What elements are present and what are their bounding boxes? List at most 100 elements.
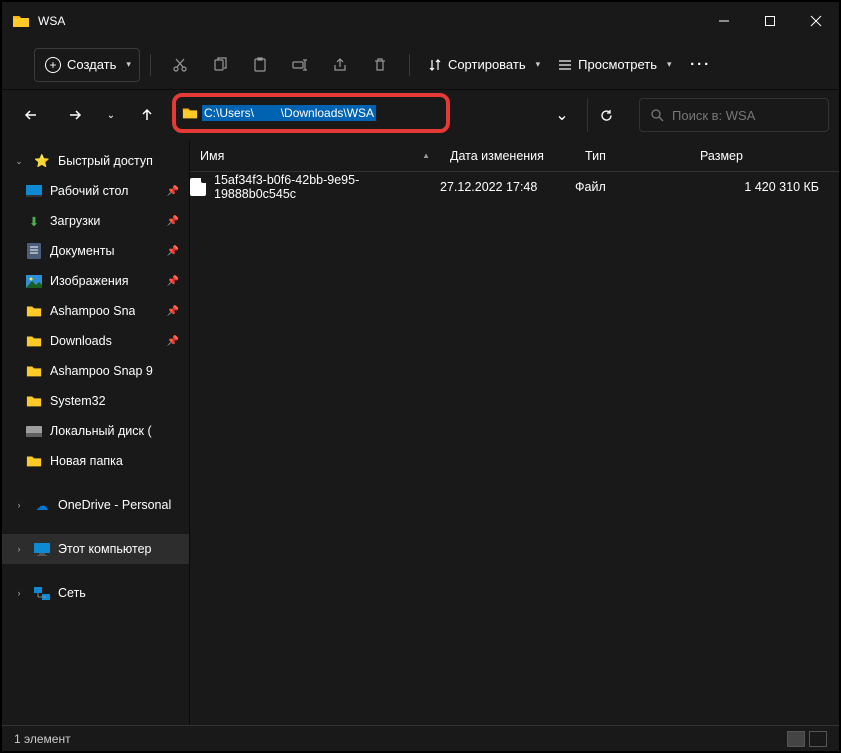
- view-buttons: [787, 731, 827, 747]
- sidebar-item-folder[interactable]: Новая папка: [2, 446, 189, 476]
- file-list-pane: Имя▲ Дата изменения Тип Размер 15af34f3-…: [190, 140, 839, 725]
- sort-icon: [428, 58, 442, 72]
- more-button[interactable]: ···: [682, 48, 720, 82]
- file-icon: [190, 178, 206, 196]
- pin-icon: 📌: [167, 336, 179, 347]
- column-headers: Имя▲ Дата изменения Тип Размер: [190, 140, 839, 172]
- folder-icon: [26, 333, 42, 349]
- cut-icon[interactable]: [161, 48, 199, 82]
- close-button[interactable]: [793, 2, 839, 40]
- new-button[interactable]: + Создать ▾: [34, 48, 140, 82]
- column-name[interactable]: Имя▲: [190, 140, 440, 171]
- onedrive-icon: ☁: [34, 497, 50, 513]
- pin-icon: 📌: [167, 186, 179, 197]
- network-icon: [34, 585, 50, 601]
- chevron-right-icon[interactable]: ›: [12, 544, 26, 554]
- star-icon: ⭐: [34, 153, 50, 169]
- downloads-icon: ⬇: [26, 213, 42, 229]
- search-placeholder: Поиск в: WSA: [672, 108, 755, 123]
- sidebar-onedrive[interactable]: ›☁OneDrive - Personal: [2, 490, 189, 520]
- search-icon: [650, 108, 664, 122]
- window-title: WSA: [38, 14, 701, 28]
- sidebar-quick-access[interactable]: ⌄ ⭐ Быстрый доступ: [2, 146, 189, 176]
- up-button[interactable]: [128, 98, 166, 132]
- folder-icon: [26, 453, 42, 469]
- folder-icon: [26, 303, 42, 319]
- chevron-right-icon[interactable]: ›: [12, 500, 26, 510]
- desktop-icon: [26, 183, 42, 199]
- column-date[interactable]: Дата изменения: [440, 140, 575, 171]
- back-button[interactable]: [12, 98, 50, 132]
- navigation-row: ⌄ C:\Users\ \Downloads\WSA ⌄ Поиск в: WS…: [2, 90, 839, 140]
- pc-icon: [34, 541, 50, 557]
- column-size[interactable]: Размер: [690, 140, 839, 171]
- sidebar-item-folder[interactable]: Downloads📌: [2, 326, 189, 356]
- view-button[interactable]: Просмотреть ▾: [550, 48, 679, 82]
- sidebar-item-drive[interactable]: Локальный диск (: [2, 416, 189, 446]
- forward-button[interactable]: [56, 98, 94, 132]
- file-rows[interactable]: 15af34f3-b0f6-42bb-9e95-19888b0c545c 27.…: [190, 172, 839, 725]
- file-row[interactable]: 15af34f3-b0f6-42bb-9e95-19888b0c545c 27.…: [190, 172, 839, 202]
- body: ⌄ ⭐ Быстрый доступ Рабочий стол📌 ⬇Загруз…: [2, 140, 839, 725]
- sidebar-this-pc[interactable]: ›Этот компьютер: [2, 534, 189, 564]
- file-date: 27.12.2022 17:48: [440, 180, 575, 194]
- icons-view-button[interactable]: [809, 731, 827, 747]
- view-icon: [558, 58, 572, 72]
- file-name: 15af34f3-b0f6-42bb-9e95-19888b0c545c: [214, 173, 440, 201]
- pin-icon: 📌: [167, 216, 179, 227]
- sidebar-item-documents[interactable]: Документы📌: [2, 236, 189, 266]
- title-bar: WSA: [2, 2, 839, 40]
- address-bar[interactable]: C:\Users\ \Downloads\WSA: [172, 93, 450, 133]
- chevron-down-icon: ▾: [126, 59, 131, 70]
- details-view-button[interactable]: [787, 731, 805, 747]
- maximize-button[interactable]: [747, 2, 793, 40]
- pin-icon: 📌: [167, 276, 179, 287]
- sidebar-item-folder[interactable]: Ashampoo Snap 9: [2, 356, 189, 386]
- delete-icon[interactable]: [361, 48, 399, 82]
- chevron-right-icon[interactable]: ›: [12, 588, 26, 598]
- plus-icon: +: [45, 57, 61, 73]
- status-bar: 1 элемент: [2, 725, 839, 751]
- paste-icon[interactable]: [241, 48, 279, 82]
- sidebar-item-folder[interactable]: Ashampoo Sna📌: [2, 296, 189, 326]
- pictures-icon: [26, 273, 42, 289]
- file-type: Файл: [575, 180, 690, 194]
- sort-asc-icon: ▲: [422, 151, 430, 160]
- refresh-button[interactable]: [587, 98, 625, 132]
- address-path[interactable]: C:\Users\ \Downloads\WSA: [202, 105, 376, 121]
- sort-button[interactable]: Сортировать ▾: [420, 48, 548, 82]
- chevron-down-icon[interactable]: ⌄: [12, 156, 26, 167]
- command-bar: + Создать ▾ Сортировать ▾ Просмотреть ▾ …: [2, 40, 839, 90]
- sidebar-item-desktop[interactable]: Рабочий стол📌: [2, 176, 189, 206]
- item-count: 1 элемент: [14, 732, 71, 746]
- folder-icon: [12, 14, 30, 28]
- drive-icon: [26, 423, 42, 439]
- file-size: 1 420 310 КБ: [690, 180, 839, 194]
- folder-icon: [26, 393, 42, 409]
- sidebar-item-folder[interactable]: System32: [2, 386, 189, 416]
- chevron-down-icon: ▾: [667, 59, 672, 70]
- address-bar-wrap: C:\Users\ \Downloads\WSA: [172, 98, 401, 132]
- recent-button[interactable]: ⌄: [100, 98, 122, 132]
- chevron-down-icon: ▾: [536, 59, 541, 70]
- sort-label: Сортировать: [448, 57, 526, 72]
- explorer-window: WSA + Создать ▾ Сортировать ▾ Просмотрет…: [0, 0, 841, 753]
- new-label: Создать: [67, 57, 116, 72]
- address-dropdown[interactable]: ⌄: [547, 98, 577, 132]
- separator: [409, 54, 410, 76]
- sidebar-item-downloads[interactable]: ⬇Загрузки📌: [2, 206, 189, 236]
- copy-icon[interactable]: [201, 48, 239, 82]
- share-icon[interactable]: [321, 48, 359, 82]
- column-type[interactable]: Тип: [575, 140, 690, 171]
- sidebar-item-pictures[interactable]: Изображения📌: [2, 266, 189, 296]
- separator: [150, 54, 151, 76]
- folder-icon: [182, 106, 198, 120]
- navigation-pane[interactable]: ⌄ ⭐ Быстрый доступ Рабочий стол📌 ⬇Загруз…: [2, 140, 190, 725]
- pin-icon: 📌: [167, 306, 179, 317]
- search-box[interactable]: Поиск в: WSA: [639, 98, 829, 132]
- view-label: Просмотреть: [578, 57, 657, 72]
- rename-icon[interactable]: [281, 48, 319, 82]
- folder-icon: [26, 363, 42, 379]
- sidebar-network[interactable]: ›Сеть: [2, 578, 189, 608]
- minimize-button[interactable]: [701, 2, 747, 40]
